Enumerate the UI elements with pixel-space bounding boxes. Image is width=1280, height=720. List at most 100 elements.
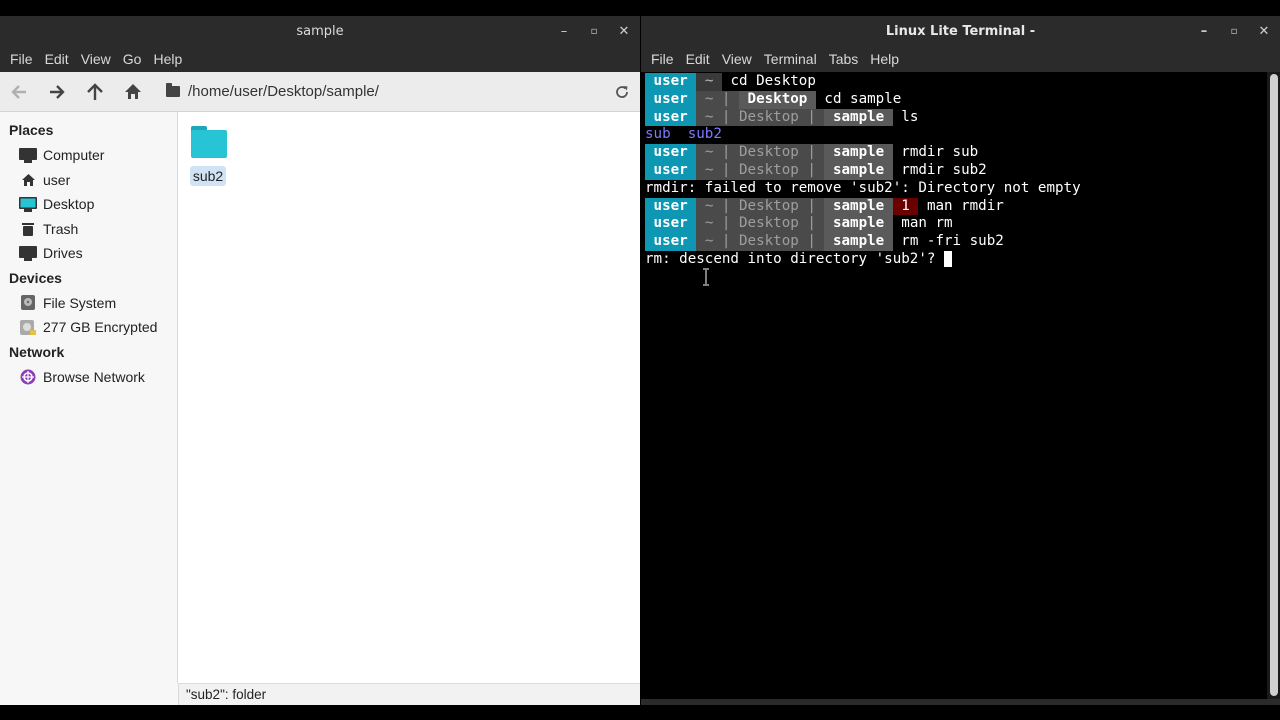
prompt-home: ~	[704, 197, 714, 214]
forward-button[interactable]	[38, 72, 76, 112]
term-menu-help[interactable]: Help	[864, 51, 905, 67]
fm-window-controls: – ▫ ✕	[556, 16, 632, 46]
command-text: rm -fri sub2	[901, 233, 1004, 250]
terminal-window-controls: – ▫ ✕	[1196, 16, 1272, 46]
sidebar-item-computer[interactable]: Computer	[0, 143, 177, 168]
back-button[interactable]	[0, 72, 38, 112]
sidebar-item-drives[interactable]: Drives	[0, 241, 177, 266]
home-button[interactable]	[114, 72, 152, 112]
prompt-home: ~	[704, 215, 714, 232]
maximize-icon[interactable]: ▫	[1226, 26, 1242, 37]
prompt-cwd: sample	[832, 197, 885, 214]
prompt-dir: Desktop	[738, 161, 799, 178]
terminal-menubar: File Edit View Terminal Tabs Help	[641, 46, 1280, 72]
fm-menu-file[interactable]: File	[4, 51, 39, 67]
drives-icon	[18, 245, 38, 261]
home-icon	[18, 172, 38, 188]
prompt-cwd: sample	[832, 108, 885, 125]
term-menu-view[interactable]: View	[716, 51, 758, 67]
arrow-left-icon	[11, 84, 26, 99]
reload-icon	[616, 85, 628, 98]
sidebar-item-browse-network[interactable]: Browse Network	[0, 365, 177, 390]
prompt-user: user	[653, 215, 688, 232]
scrollbar-thumb[interactable]	[1270, 74, 1278, 696]
ls-entry: sub	[645, 126, 671, 143]
folder-icon	[189, 126, 227, 158]
terminal-line: user ~ | Desktop | sample 1 man rmdir	[645, 197, 1267, 216]
hard-drive-icon	[18, 295, 38, 311]
command-text: man rm	[901, 215, 953, 232]
fm-menubar: File Edit View Go Help	[0, 46, 640, 72]
computer-icon	[18, 147, 38, 163]
prompt-user: user	[653, 73, 688, 89]
location-path: /home/user/Desktop/sample/	[188, 83, 379, 100]
sidebar-item-label: Drives	[43, 245, 83, 262]
close-icon[interactable]: ✕	[1256, 24, 1272, 39]
devices-heading: Devices	[9, 269, 62, 286]
terminal-line: user ~ | Desktop | sample rmdir sub	[645, 144, 1267, 162]
terminal-line: user ~ | Desktop cd sample	[645, 90, 1267, 109]
prompt-home: ~	[704, 108, 714, 125]
sidebar-status-filler	[0, 683, 179, 705]
terminal-window-title: Linux Lite Terminal -	[885, 23, 1036, 39]
prompt-cwd: sample	[832, 161, 885, 178]
up-button[interactable]	[76, 72, 114, 112]
minimize-icon[interactable]: –	[1196, 24, 1212, 39]
network-icon	[18, 369, 38, 385]
minimize-icon[interactable]: –	[556, 24, 572, 39]
sidebar-item-label: Trash	[43, 220, 79, 237]
status-bar: "sub2": folder	[179, 683, 640, 705]
command-text: ls	[901, 108, 919, 125]
terminal-input-line[interactable]: rm: descend into directory 'sub2'?	[645, 250, 1267, 269]
term-menu-tabs[interactable]: Tabs	[823, 51, 865, 67]
prompt-dir: Desktop	[747, 90, 808, 107]
maximize-icon[interactable]: ▫	[586, 26, 602, 37]
prompt-error-code: 1	[901, 197, 910, 214]
file-item-sub2[interactable]: sub2	[187, 126, 229, 186]
location-bar[interactable]: /home/user/Desktop/sample/	[156, 74, 604, 109]
fm-menu-go[interactable]: Go	[117, 51, 148, 67]
encrypted-drive-icon	[18, 319, 38, 335]
ibeam-cursor-icon	[703, 268, 709, 286]
fm-window-title: sample	[296, 23, 344, 39]
terminal-line: user ~ cd Desktop	[645, 73, 1267, 91]
prompt-home: ~	[704, 161, 714, 178]
sidebar-item-file-system[interactable]: File System	[0, 291, 177, 316]
arrow-up-icon	[87, 82, 103, 100]
fm-menu-view[interactable]: View	[75, 51, 117, 67]
prompt-dir: Desktop	[738, 215, 799, 232]
prompt-user: user	[653, 144, 688, 161]
prompt-cwd: sample	[832, 233, 885, 250]
fm-sidebar: Places Computer user Desktop Trash Drive…	[0, 112, 178, 683]
terminal-output-line: sub sub2	[645, 126, 1267, 144]
sidebar-item-encrypted[interactable]: 277 GB Encrypted	[0, 315, 177, 340]
fm-menu-edit[interactable]: Edit	[39, 51, 75, 67]
command-text: cd sample	[824, 90, 902, 107]
sidebar-item-label: File System	[43, 294, 117, 311]
command-text: rmdir sub2	[901, 161, 987, 178]
term-menu-edit[interactable]: Edit	[680, 51, 716, 67]
prompt-home: ~	[704, 144, 714, 161]
terminal-screen[interactable]: user ~ cd Desktop user ~ | Desktop cd sa…	[641, 72, 1267, 699]
file-name: sub2	[189, 166, 227, 186]
term-menu-file[interactable]: File	[645, 51, 680, 67]
sidebar-item-trash[interactable]: Trash	[0, 217, 177, 242]
prompt-dir: Desktop	[738, 108, 799, 125]
close-icon[interactable]: ✕	[616, 24, 632, 39]
prompt-user: user	[653, 90, 688, 107]
places-heading: Places	[9, 122, 54, 138]
network-heading: Network	[9, 343, 65, 360]
fm-menu-help[interactable]: Help	[147, 51, 188, 67]
sidebar-item-label: Browse Network	[43, 368, 145, 385]
sidebar-item-user[interactable]: user	[0, 168, 177, 193]
terminal-line: user ~ | Desktop | sample man rm	[645, 215, 1267, 234]
terminal-scrollbar[interactable]	[1267, 72, 1280, 699]
terminal-window: Linux Lite Terminal - – ▫ ✕ File Edit Vi…	[641, 16, 1280, 705]
prompt-user: user	[653, 161, 688, 178]
sidebar-item-desktop[interactable]: Desktop	[0, 192, 177, 217]
prompt-question: rm: descend into directory 'sub2'?	[645, 250, 944, 267]
term-menu-terminal[interactable]: Terminal	[758, 51, 823, 67]
prompt-dir: Desktop	[738, 144, 799, 161]
command-text: cd Desktop	[730, 73, 816, 89]
reload-button[interactable]	[604, 84, 640, 100]
